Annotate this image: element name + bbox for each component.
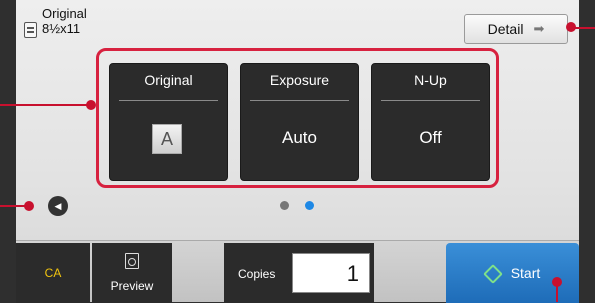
n-up-setting-value: Off: [419, 128, 442, 147]
callout-line-settings: [0, 104, 88, 106]
page-indicator-dot-2[interactable]: [305, 201, 314, 210]
copies-label: Copies: [238, 267, 276, 281]
divider: [119, 100, 218, 101]
settings-group: Original A Exposure Auto N-Up Off: [96, 48, 499, 188]
bottom-action-bar: CA Preview Copies 1 Start: [16, 240, 579, 303]
preview-button-label: Preview: [110, 279, 154, 293]
callout-dot-settings: [86, 100, 96, 110]
copies-control: Copies 1: [224, 243, 374, 303]
paper-original-label: Original: [42, 6, 87, 21]
exposure-setting-label: Exposure: [269, 72, 330, 88]
paper-size-label: 8½x11: [42, 21, 81, 36]
exposure-setting-tile[interactable]: Exposure Auto: [240, 63, 359, 181]
original-setting-label: Original: [144, 72, 193, 88]
arrow-right-icon: ➡: [533, 21, 545, 36]
divider: [381, 100, 480, 101]
preview-button[interactable]: Preview: [92, 243, 172, 303]
callout-dot-start: [552, 277, 562, 287]
copies-input[interactable]: 1: [292, 253, 370, 293]
start-diamond-icon: [485, 266, 499, 280]
callout-dot-detail: [566, 22, 576, 32]
detail-button[interactable]: Detail ➡: [464, 14, 568, 44]
clear-all-button[interactable]: CA: [16, 243, 90, 303]
callout-dot-back: [24, 201, 34, 211]
exposure-setting-value: Auto: [282, 128, 317, 147]
start-button[interactable]: Start: [446, 243, 579, 303]
letter-a-icon: A: [152, 124, 182, 154]
n-up-setting-label: N-Up: [414, 72, 447, 88]
n-up-setting-tile[interactable]: N-Up Off: [371, 63, 490, 181]
document-icon: [24, 22, 37, 38]
back-arrow-icon[interactable]: ◀: [48, 196, 68, 216]
detail-button-label: Detail: [487, 21, 524, 37]
preview-icon: [125, 253, 139, 269]
divider: [250, 100, 349, 101]
start-button-label: Start: [510, 265, 541, 281]
page-indicator-dot-1[interactable]: [280, 201, 289, 210]
paper-info: Original 8½x11: [24, 6, 87, 38]
original-setting-tile[interactable]: Original A: [109, 63, 228, 181]
